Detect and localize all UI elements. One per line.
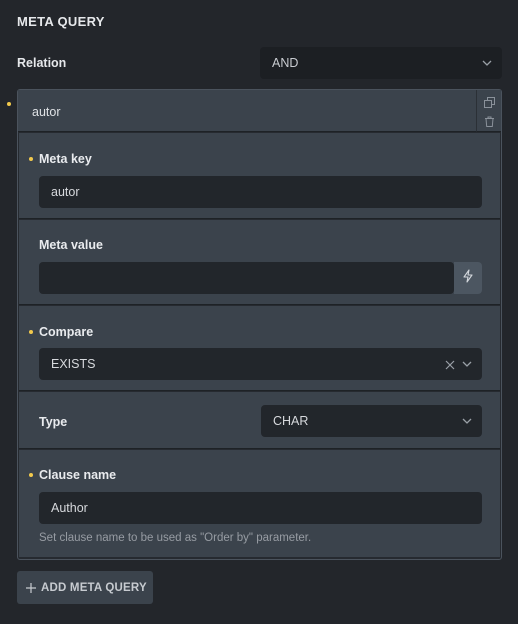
- relation-value: AND: [272, 56, 299, 70]
- clause-name-control: Clause name Author Set clause name to be…: [19, 450, 500, 557]
- type-select[interactable]: CHAR: [261, 405, 482, 437]
- meta-query-item: autor Meta key autor Meta value Compare: [17, 89, 502, 560]
- clause-name-input[interactable]: Author: [39, 492, 482, 524]
- chevron-down-icon: [462, 416, 472, 426]
- bolt-icon: [462, 268, 474, 288]
- required-dot: [29, 157, 33, 161]
- clause-name-label: Clause name: [39, 468, 117, 482]
- meta-query-item-title: autor: [32, 105, 61, 119]
- trash-icon[interactable]: [484, 116, 495, 127]
- item-actions: [476, 90, 501, 132]
- meta-value-input[interactable]: [39, 262, 454, 294]
- required-dot: [29, 473, 33, 477]
- relation-label: Relation: [17, 56, 67, 70]
- meta-key-input[interactable]: autor: [39, 176, 482, 208]
- compare-label: Compare: [39, 325, 94, 339]
- meta-key-label: Meta key: [39, 152, 92, 166]
- meta-query-item-header[interactable]: autor: [18, 90, 476, 132]
- plus-icon: [25, 582, 37, 594]
- relation-select[interactable]: AND: [260, 47, 502, 79]
- chevron-down-icon: [462, 359, 472, 369]
- required-dot: [29, 330, 33, 334]
- type-label: Type: [39, 415, 68, 429]
- group-indicator-dot: [7, 102, 11, 106]
- meta-key-value: autor: [51, 185, 80, 199]
- chevron-down-icon: [482, 58, 492, 68]
- add-meta-query-label: ADD META QUERY: [41, 581, 147, 594]
- type-control: Type CHAR: [19, 392, 500, 449]
- clear-icon[interactable]: [445, 359, 455, 370]
- meta-value-label: Meta value: [39, 238, 103, 252]
- clause-name-value: Author: [51, 501, 88, 515]
- copy-icon[interactable]: [484, 97, 495, 108]
- type-value: CHAR: [273, 414, 309, 428]
- dynamic-data-button[interactable]: [454, 262, 482, 294]
- compare-control: Compare EXISTS: [19, 306, 500, 391]
- meta-key-control: Meta key autor: [19, 133, 500, 219]
- add-meta-query-button[interactable]: ADD META QUERY: [17, 571, 153, 604]
- compare-value: EXISTS: [51, 357, 96, 371]
- meta-value-control: Meta value: [19, 220, 500, 305]
- compare-select[interactable]: EXISTS: [39, 348, 482, 380]
- clause-name-help: Set clause name to be used as "Order by"…: [39, 532, 312, 544]
- section-title: META QUERY: [17, 14, 105, 29]
